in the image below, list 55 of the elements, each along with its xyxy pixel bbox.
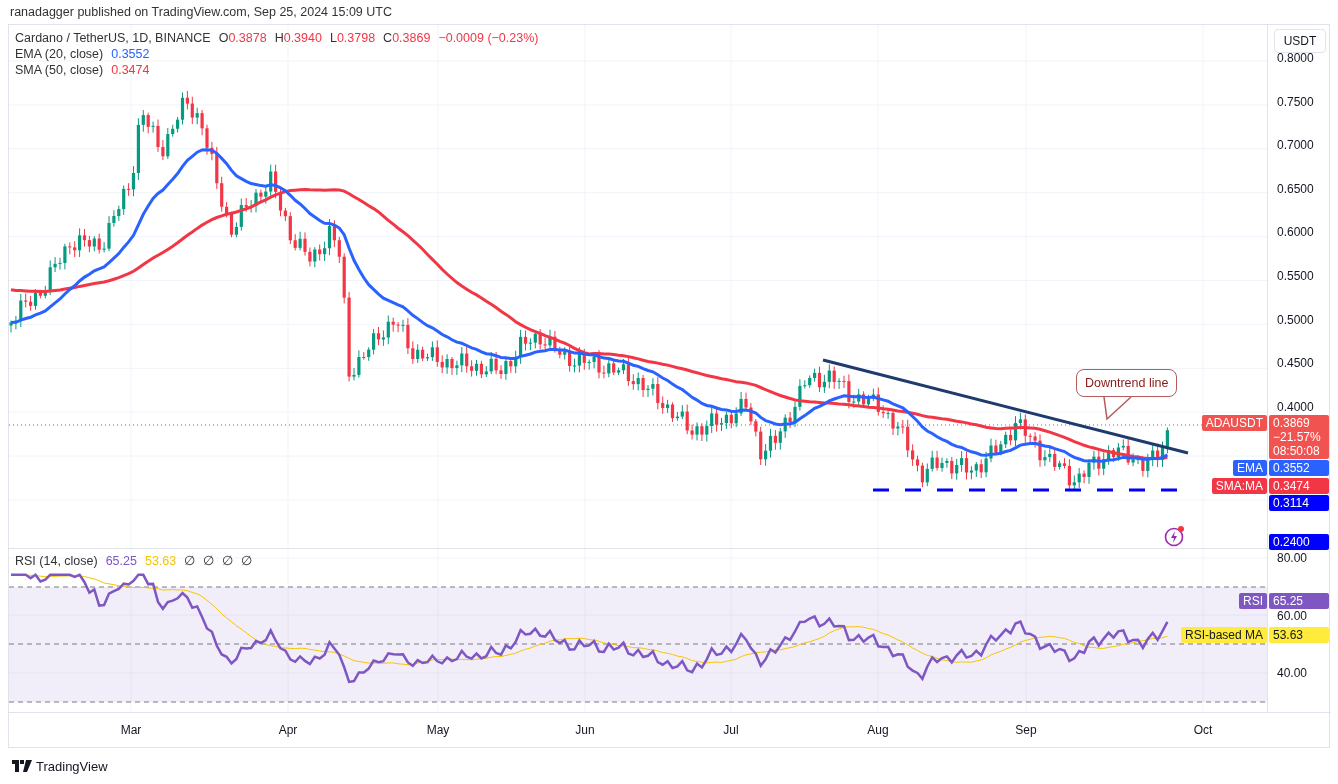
axis-label: 0.4000: [1277, 400, 1314, 413]
price-tag: 0.2400: [1269, 534, 1329, 550]
currency-button[interactable]: USDT: [1274, 29, 1326, 53]
axis-label: 0.7000: [1277, 139, 1314, 152]
ohlc-value: H0.3940: [274, 31, 322, 45]
axis-label: 80.00: [1276, 550, 1309, 567]
axis-label: May: [426, 723, 450, 737]
axis-label: 0.5000: [1277, 313, 1314, 326]
axis-label: Mar: [120, 723, 142, 737]
symbol-title: Cardano / TetherUS, 1D, BINANCE: [15, 31, 211, 45]
ohlc-value: C0.3869: [383, 31, 431, 45]
axis-label: Jun: [575, 723, 595, 737]
axis-label: 0.6000: [1277, 226, 1314, 239]
brand-name: TradingView: [36, 758, 108, 774]
publish-info: ranadagger published on TradingView.com, Sep 25, 2024 15:09 UTC: [9, 4, 393, 21]
indicator-name: RSI (14, close): [15, 553, 98, 568]
axis-label: 0.5500: [1277, 269, 1314, 282]
indicator-tag: 65.25: [1269, 593, 1329, 609]
axis-label: Sep: [1015, 723, 1037, 737]
indicator-label: RSI-based MA: [1180, 627, 1267, 643]
price-label: ADAUSDT: [1201, 415, 1267, 431]
lightning-icon[interactable]: [1164, 525, 1186, 547]
ohlc-value: L0.3798: [329, 31, 376, 45]
axis-label: 0.4500: [1277, 357, 1314, 370]
indicator-value: 65.25: [105, 553, 137, 568]
indicator-tag: 53.63: [1269, 627, 1329, 643]
axis-label: 60.00: [1276, 607, 1309, 625]
callout-pointer: [1103, 396, 1132, 421]
price-label: EMA: [1233, 460, 1267, 476]
logo-icon: [12, 760, 32, 772]
indicator-label: RSI: [1239, 593, 1267, 609]
axis-label: Apr: [278, 723, 298, 737]
price-label: SMA:MA: [1211, 478, 1267, 494]
price-tag: 0.3474: [1269, 478, 1329, 494]
price-tag: 0.3869 −21.57% 08:50:08: [1269, 415, 1329, 459]
ohlc-value: O0.3878: [218, 31, 267, 45]
axis-label: Aug: [867, 723, 889, 737]
indicator-value: 0.3474: [111, 63, 150, 77]
axis-label: Jul: [723, 723, 739, 737]
indicator-name: SMA (50, close): [15, 63, 104, 77]
price-change: −0.0009 (−0.23%): [438, 31, 539, 45]
axis-label: 0.8000: [1277, 52, 1314, 64]
empty-value: ∅: [203, 553, 215, 568]
axis-label: 40.00: [1276, 665, 1309, 682]
axis-label: 0.6500: [1277, 182, 1314, 195]
price-tag: 0.3552: [1269, 460, 1329, 476]
axis-label: Oct: [1193, 723, 1213, 737]
empty-value: ∅: [241, 553, 253, 568]
empty-value: ∅: [184, 553, 196, 568]
indicator-value: 0.3552: [111, 47, 150, 61]
price-tag: 0.3114: [1269, 495, 1329, 511]
empty-value: ∅: [222, 553, 234, 568]
indicator-name: EMA (20, close): [15, 47, 104, 61]
indicator-value: 53.63: [144, 553, 177, 568]
axis-label: 0.7500: [1277, 95, 1314, 108]
